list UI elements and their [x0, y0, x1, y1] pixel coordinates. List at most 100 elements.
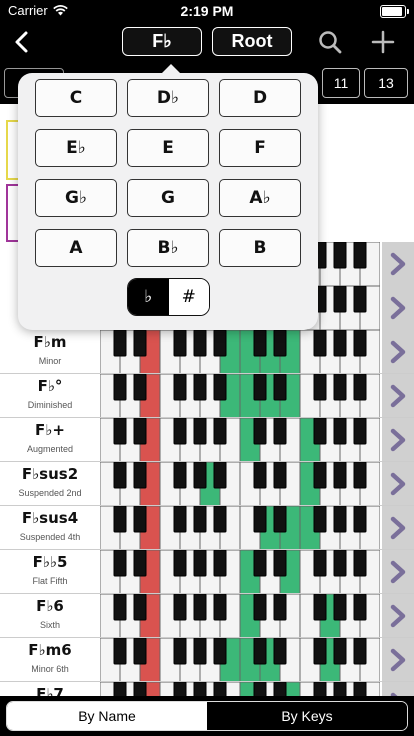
black-key — [353, 550, 367, 577]
chord-type: Diminished — [27, 400, 73, 410]
chord-row[interactable]: F♭♭5 Flat Fifth — [0, 550, 414, 594]
key-option[interactable]: A♭ — [219, 179, 301, 217]
black-key — [113, 374, 127, 401]
tab-11[interactable]: 11 — [322, 68, 360, 98]
chevron-right-icon — [390, 384, 406, 408]
chevron-right-icon — [390, 252, 406, 276]
black-key — [353, 286, 367, 313]
black-key — [133, 374, 147, 401]
row-disclosure-button[interactable] — [382, 418, 414, 462]
chord-type: Augmented — [26, 444, 74, 454]
black-key — [273, 594, 287, 621]
black-key — [193, 594, 207, 621]
chord-row[interactable]: F♭m6 Minor 6th — [0, 638, 414, 682]
keyboard-diagram — [100, 374, 380, 418]
key-option[interactable]: C — [35, 79, 117, 117]
black-key — [213, 330, 227, 357]
hidden-highlight-purple — [6, 184, 18, 242]
view-mode-toggle[interactable]: By Name By Keys — [6, 701, 408, 731]
add-icon[interactable] — [369, 28, 397, 56]
black-key — [253, 550, 267, 577]
black-key — [273, 506, 287, 533]
key-option[interactable]: B♭ — [127, 229, 209, 267]
black-key — [353, 418, 367, 445]
black-key — [213, 462, 227, 489]
key-option[interactable]: F — [219, 129, 301, 167]
chord-row[interactable]: F♭sus2 Suspended 2nd — [0, 462, 414, 506]
black-key — [213, 594, 227, 621]
key-option[interactable]: A — [35, 229, 117, 267]
by-keys-tab[interactable]: By Keys — [207, 702, 407, 730]
root-button[interactable]: Root — [212, 27, 292, 56]
black-key — [333, 374, 347, 401]
row-disclosure-button[interactable] — [382, 374, 414, 418]
black-key — [193, 506, 207, 533]
black-key — [273, 682, 287, 696]
black-key — [253, 374, 267, 401]
accidental-toggle[interactable]: ♭ # — [127, 278, 210, 316]
chord-name: F♭sus2 — [21, 465, 79, 483]
chevron-right-icon — [390, 516, 406, 540]
key-option[interactable]: D — [219, 79, 301, 117]
black-key — [313, 638, 327, 665]
keyboard-diagram — [100, 638, 380, 682]
black-key — [213, 374, 227, 401]
black-key — [333, 330, 347, 357]
black-key — [213, 550, 227, 577]
row-disclosure-button[interactable] — [382, 594, 414, 638]
chord-name: F♭sus4 — [21, 509, 79, 527]
keyboard-diagram — [100, 594, 380, 638]
row-disclosure-button[interactable] — [382, 242, 414, 286]
black-key — [333, 550, 347, 577]
chord-row[interactable]: F♭m Minor — [0, 330, 414, 374]
key-option[interactable]: E — [127, 129, 209, 167]
flat-option[interactable]: ♭ — [128, 279, 169, 315]
tab-11-label: 11 — [333, 75, 349, 91]
chord-row[interactable]: F♭6 Sixth — [0, 594, 414, 638]
chord-row[interactable]: F♭° Diminished — [0, 374, 414, 418]
black-key — [333, 462, 347, 489]
chevron-right-icon — [390, 340, 406, 364]
key-option[interactable]: E♭ — [35, 129, 117, 167]
chevron-right-icon — [390, 428, 406, 452]
back-chevron-icon[interactable] — [8, 28, 36, 56]
row-disclosure-button[interactable] — [382, 330, 414, 374]
key-select-button[interactable]: F♭ — [122, 27, 202, 56]
black-key — [313, 330, 327, 357]
black-key — [353, 374, 367, 401]
black-key — [193, 374, 207, 401]
black-key — [133, 330, 147, 357]
key-option[interactable]: G♭ — [35, 179, 117, 217]
search-icon[interactable] — [316, 28, 344, 56]
keyboard-diagram — [100, 550, 380, 594]
black-key — [173, 506, 187, 533]
chevron-right-icon — [390, 648, 406, 672]
black-key — [353, 462, 367, 489]
chord-row[interactable]: F♭+ Augmented — [0, 418, 414, 462]
black-key — [173, 330, 187, 357]
black-key — [333, 594, 347, 621]
black-key — [253, 594, 267, 621]
row-disclosure-button[interactable] — [382, 286, 414, 330]
black-key — [253, 506, 267, 533]
row-disclosure-button[interactable] — [382, 550, 414, 594]
black-key — [133, 682, 147, 696]
key-option[interactable]: G — [127, 179, 209, 217]
key-option[interactable]: D♭ — [127, 79, 209, 117]
black-key — [313, 418, 327, 445]
row-disclosure-button[interactable] — [382, 682, 414, 696]
row-disclosure-button[interactable] — [382, 462, 414, 506]
black-key — [353, 638, 367, 665]
black-key — [173, 638, 187, 665]
by-name-tab[interactable]: By Name — [7, 702, 207, 730]
chord-row[interactable]: F♭sus4 Suspended 4th — [0, 506, 414, 550]
key-option[interactable]: B — [219, 229, 301, 267]
tab-13[interactable]: 13 — [364, 68, 408, 98]
black-key — [353, 682, 367, 696]
black-key — [313, 506, 327, 533]
black-key — [313, 374, 327, 401]
sharp-option[interactable]: # — [168, 279, 209, 315]
row-disclosure-button[interactable] — [382, 638, 414, 682]
chord-row[interactable]: F♭7 — [0, 682, 414, 696]
row-disclosure-button[interactable] — [382, 506, 414, 550]
